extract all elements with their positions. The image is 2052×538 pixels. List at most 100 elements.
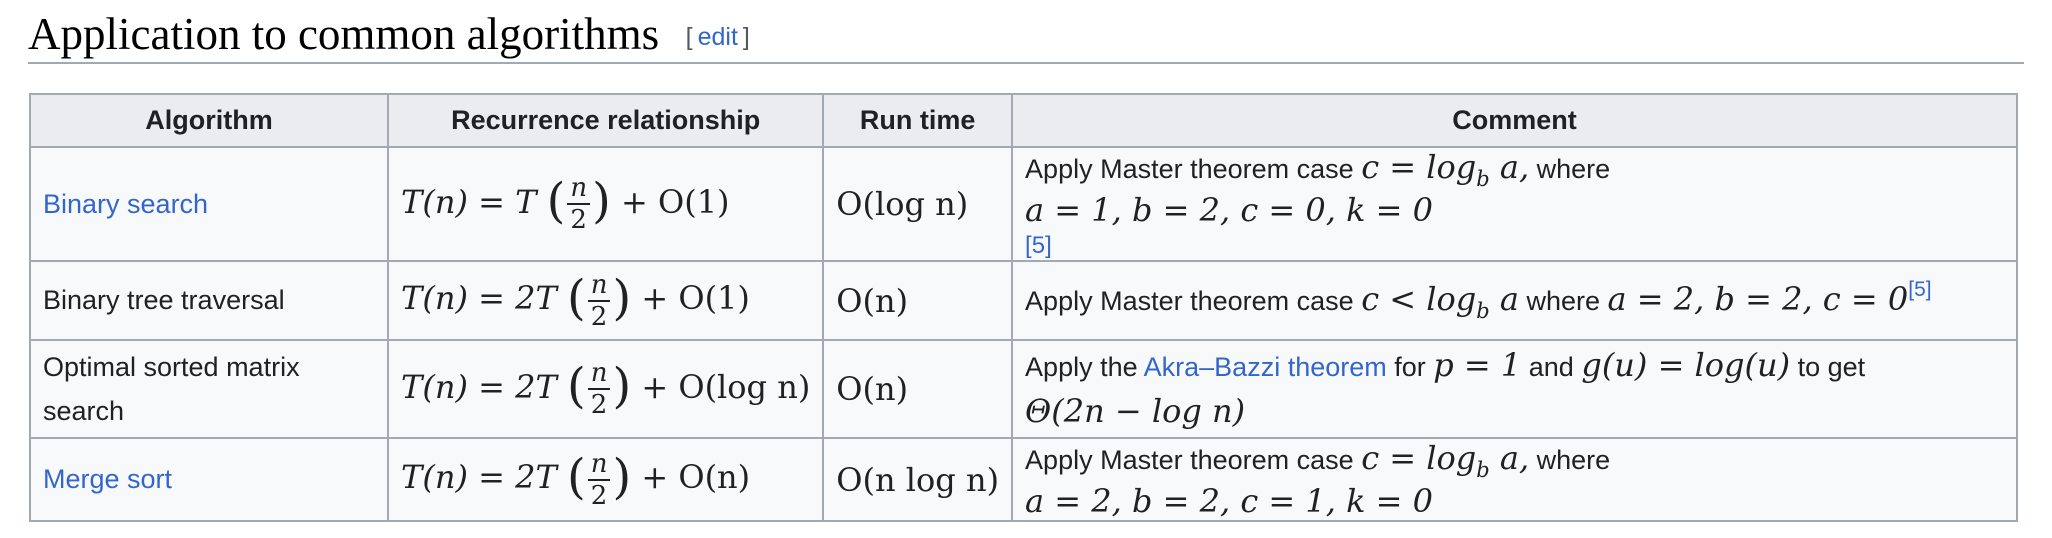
comment-math-c: Θ(2n − log n): [1025, 392, 1245, 430]
comment-math-a-end: a,: [1489, 439, 1530, 477]
recurrence-formula: T(n) = T (n 2) + O(1): [401, 173, 730, 235]
edit-link[interactable]: edit: [698, 23, 738, 51]
fraction-denominator: 2: [590, 480, 608, 511]
fraction-denominator: 2: [590, 390, 608, 420]
recurrence-rhs: + O(1): [620, 182, 730, 221]
comment-math-sub: b: [1476, 167, 1490, 191]
comment-math-a-end: a: [1489, 280, 1519, 318]
fraction-numerator: n: [567, 173, 591, 205]
table-row: Optimal sorted matrix search T(n) = 2T (…: [29, 339, 2019, 439]
runtime-cell: O(n): [822, 260, 1014, 341]
comment-math-a: c = log: [1361, 439, 1477, 477]
reference-link[interactable]: [5]: [1025, 232, 1052, 259]
recurrence-formula: T(n) = 2T (n 2) + O(log n): [401, 358, 811, 420]
paren-close: ): [612, 269, 632, 326]
recurrence-formula: T(n) = 2T (n 2) + O(n): [401, 449, 751, 511]
recurrence-cell: T(n) = 2T (n 2) + O(1): [386, 260, 825, 341]
algorithm-name-optimal-sorted-matrix-search: Optimal sorted matrix search: [43, 352, 300, 426]
comment-math-b: a = 1, b = 2, c = 0, k = 0: [1025, 191, 1433, 229]
comment-math-a: c < log: [1361, 280, 1477, 318]
edit-section: [edit]: [686, 23, 750, 52]
comment-math-a-end: a,: [1489, 148, 1530, 186]
fraction-numerator: n: [587, 358, 611, 390]
algorithms-table: Algorithm Recurrence relationship Run ti…: [29, 93, 2019, 522]
comment-math-a: c = log: [1361, 148, 1477, 186]
paren-open: (: [566, 269, 586, 326]
header-comment: Comment: [1011, 93, 2019, 148]
comment-math-sub: b: [1476, 299, 1490, 323]
comment-math: c = logb a,: [1361, 148, 1530, 191]
comment-math-b: a = 2, b = 2, c = 1, k = 0: [1025, 482, 1433, 520]
paren-close: ): [592, 173, 611, 229]
algorithm-link-merge-sort[interactable]: Merge sort: [43, 464, 172, 494]
algorithm-link-binary-search[interactable]: Binary search: [43, 189, 208, 219]
comment-text: Apply Master theorem case: [1025, 286, 1362, 316]
comment-math-b-text: a = 2, b = 2, c = 0: [1607, 280, 1909, 318]
comment-text-b: where: [1529, 154, 1611, 184]
comment-cell: Apply the Akra–Bazzi theorem for p = 1 a…: [1011, 339, 2019, 439]
recurrence-rhs: + O(log n): [641, 367, 811, 406]
table-row: Binary search T(n) = T (n 2) + O(1) O(log…: [29, 146, 2019, 262]
comment-math-c-text: Θ(2n − log n): [1025, 392, 1246, 430]
comment-text-b: for: [1386, 352, 1434, 382]
fraction: n2: [587, 358, 611, 420]
comment-math-b-text: g(u) = log(u): [1581, 346, 1791, 384]
runtime-value: O(log n): [836, 185, 969, 223]
fraction-numerator: n: [587, 449, 611, 481]
algorithm-name-binary-tree-traversal: Binary tree traversal: [43, 285, 285, 315]
recurrence-rhs: + O(1): [641, 279, 750, 317]
comment-math-a: p = 1: [1433, 346, 1521, 384]
fraction-denominator: 2: [590, 301, 608, 332]
paren-close: ): [612, 358, 632, 414]
table-row: Merge sort T(n) = 2T (n 2) + O(n) O(n log…: [29, 437, 2019, 522]
section-heading: Application to common algorithms [edit]: [28, 6, 2024, 64]
comment-math-b-text: a = 1, b = 2, c = 0, k = 0: [1025, 191, 1434, 229]
runtime-cell: O(n log n): [822, 437, 1014, 522]
comment-math-b-text: a = 2, b = 2, c = 1, k = 0: [1025, 482, 1434, 520]
header-algorithm: Algorithm: [29, 93, 389, 148]
recurrence-cell: T(n) = T (n 2) + O(1): [386, 146, 825, 262]
akra-bazzi-theorem-link[interactable]: Akra–Bazzi theorem: [1144, 352, 1387, 382]
comment-text-b: where: [1518, 286, 1608, 316]
fraction-numerator: n: [587, 270, 611, 302]
comment-text-b: where: [1529, 445, 1611, 475]
fraction: n2: [587, 449, 611, 511]
edit-bracket-open: [: [685, 23, 693, 51]
recurrence-lhs: T(n) = 2T: [401, 458, 557, 496]
recurrence-lhs: T(n) = 2T: [401, 279, 557, 317]
edit-bracket-close: ]: [742, 23, 750, 51]
section-title: Application to common algorithms: [28, 9, 660, 59]
comment-text: Apply the: [1025, 352, 1144, 382]
comment-text: Apply Master theorem case: [1025, 154, 1362, 184]
runtime-value: O(n log n): [836, 460, 1000, 499]
paren-close: ): [612, 448, 632, 505]
reference-link[interactable]: [5]: [1908, 278, 1931, 301]
runtime-cell: O(log n): [822, 146, 1014, 262]
recurrence-lhs: T(n) = 2T: [401, 367, 557, 406]
recurrence-cell: T(n) = 2T (n 2) + O(log n): [386, 339, 825, 439]
recurrence-lhs: T(n) = T: [401, 182, 537, 221]
comment-cell: Apply Master theorem case c < logb a whe…: [1011, 260, 2019, 341]
comment-text-c: and: [1521, 352, 1582, 382]
comment-math-sub: b: [1476, 458, 1490, 482]
paren-open: (: [546, 173, 566, 229]
comment-text-d: to get: [1790, 352, 1866, 382]
comment-math-b: a = 2, b = 2, c = 0: [1608, 280, 1909, 318]
paren-open: (: [566, 358, 586, 414]
comment-math-b: g(u) = log(u): [1581, 346, 1790, 384]
algorithm-cell: Merge sort: [29, 437, 389, 522]
runtime-value: O(n): [836, 281, 909, 320]
comment-cell: Apply Master theorem case c = logb a, wh…: [1011, 146, 2019, 262]
comment-cell: Apply Master theorem case c = logb a, wh…: [1011, 437, 2019, 522]
algorithm-cell: Binary search: [29, 146, 389, 262]
comment-math: c < logb a: [1361, 280, 1519, 323]
runtime-cell: O(n): [822, 339, 1014, 439]
comment-math: c = logb a,: [1361, 439, 1530, 482]
recurrence-rhs: + O(n): [641, 458, 751, 496]
header-recurrence: Recurrence relationship: [386, 93, 825, 148]
recurrence-cell: T(n) = 2T (n 2) + O(n): [386, 437, 825, 522]
fraction-denominator: 2: [570, 205, 587, 235]
fraction: n2: [587, 270, 611, 332]
comment-math-a-text: p = 1: [1433, 346, 1522, 384]
paren-open: (: [566, 448, 586, 505]
